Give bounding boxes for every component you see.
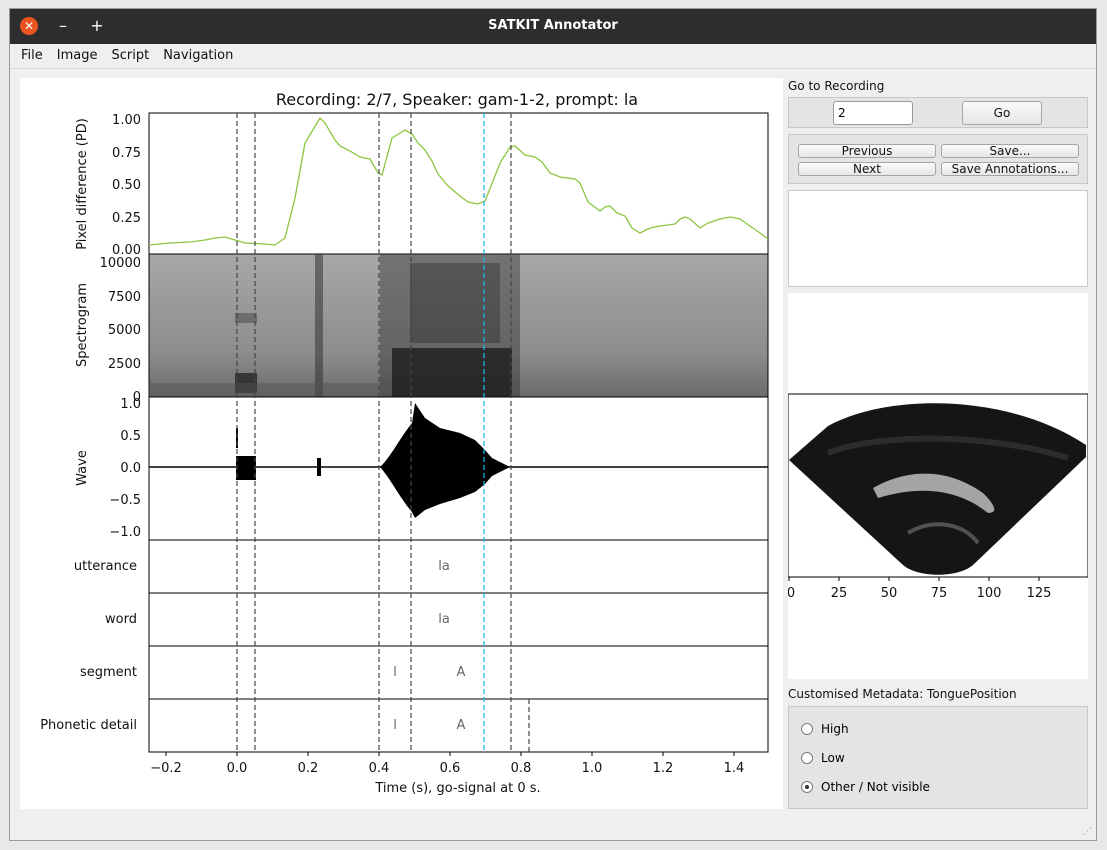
xtick-0.4: 0.4 (369, 761, 390, 776)
menu-script[interactable]: Script (104, 44, 156, 68)
xtick-1.0: 1.0 (582, 761, 603, 776)
window-title: SATKIT Annotator (488, 18, 618, 33)
radio-other[interactable]: Other / Not visible (801, 779, 1001, 797)
plot-title: Recording: 2/7, Speaker: gam-1-2, prompt… (276, 90, 638, 109)
pd-ytick-0.25: 0.25 (112, 211, 141, 226)
spec-ytick-7500: 7500 (108, 290, 141, 305)
xtick-0.6: 0.6 (440, 761, 461, 776)
tier-word[interactable] (148, 592, 769, 647)
tier-name-segment: segment (80, 665, 137, 680)
plot-canvas[interactable]: Recording: 2/7, Speaker: gam-1-2, prompt… (20, 78, 783, 809)
us-xtick-125: 125 (1027, 586, 1052, 601)
spectrogram-ylabel: Spectrogram (75, 283, 90, 367)
tier-label-phonetic-A[interactable]: A (457, 718, 466, 733)
go-button[interactable]: Go (962, 101, 1042, 125)
xtick-0.2: 0.2 (298, 761, 319, 776)
metadata-label: Customised Metadata: TonguePosition (788, 687, 1017, 701)
radio-other-label: Other / Not visible (821, 780, 930, 794)
wave-ytick--0.5: −0.5 (109, 493, 141, 508)
tier-label-word-la[interactable]: la (438, 612, 450, 627)
radio-high-circle[interactable] (801, 723, 813, 735)
x-axis-label: Time (s), go-signal at 0 s. (374, 781, 540, 796)
menu-image[interactable]: Image (50, 44, 105, 68)
goto-recording-group: 2 Go (788, 97, 1088, 128)
tier-label-segment-l[interactable]: l (393, 665, 397, 680)
pd-ytick-0.75: 0.75 (112, 146, 141, 161)
xtick-0.0: 0.0 (227, 761, 248, 776)
spectrogram-yticks: 10000 7500 5000 2500 0 (100, 256, 141, 405)
radio-high-label: High (821, 722, 849, 736)
save-annotations-button[interactable]: Save Annotations... (941, 162, 1079, 176)
goto-recording-input[interactable]: 2 (833, 101, 913, 125)
xtick--0.2: −0.2 (150, 761, 182, 776)
spec-ytick-10000: 10000 (100, 256, 141, 271)
ultrasound-panel: 0 25 50 75 100 125 (787, 293, 1089, 679)
radio-selected-dot (805, 785, 809, 789)
info-text-area[interactable] (788, 190, 1088, 287)
annotation-figure[interactable]: Recording: 2/7, Speaker: gam-1-2, prompt… (20, 78, 783, 809)
resize-grip-icon[interactable]: ⋰ (1083, 827, 1093, 837)
ultrasound-figure: 0 25 50 75 100 125 (787, 393, 1089, 601)
wave-ytick-0.5: 0.5 (120, 429, 141, 444)
navigation-button-group: Previous Save... Next Save Annotations..… (788, 134, 1088, 184)
xtick-0.8: 0.8 (511, 761, 532, 776)
spec-ytick-5000: 5000 (108, 323, 141, 338)
us-xtick-0: 0 (788, 586, 795, 601)
radio-low[interactable]: Low (801, 750, 1001, 768)
save-button[interactable]: Save... (941, 144, 1079, 158)
tongue-position-group: High Low Other / Not visible (788, 706, 1088, 809)
title-bar: ✕ – + SATKIT Annotator (10, 9, 1096, 44)
wave-ytick-0.0: 0.0 (120, 461, 141, 476)
menu-file[interactable]: File (14, 44, 50, 68)
tier-label-phonetic-l[interactable]: l (393, 718, 397, 733)
radio-other-circle[interactable] (801, 781, 813, 793)
tier-name-word: word (105, 612, 137, 627)
menu-bar: File Image Script Navigation (10, 44, 1096, 69)
radio-low-circle[interactable] (801, 752, 813, 764)
spec-ytick-2500: 2500 (108, 357, 141, 372)
pd-axes (148, 112, 769, 255)
pd-ylabel: Pixel difference (PD) (75, 118, 90, 250)
side-panel: Go to Recording 2 Go Previous Save... Ne… (787, 78, 1089, 809)
us-xtick-50: 50 (881, 586, 898, 601)
radio-high[interactable]: High (801, 721, 1001, 739)
radio-low-label: Low (821, 751, 845, 765)
xtick-1.2: 1.2 (653, 761, 674, 776)
previous-button[interactable]: Previous (798, 144, 936, 158)
xtick-1.4: 1.4 (724, 761, 745, 776)
tier-name-utterance: utterance (74, 559, 137, 574)
tier-label-utterance-la[interactable]: la (438, 559, 450, 574)
us-xtick-25: 25 (831, 586, 848, 601)
goto-recording-label: Go to Recording (788, 79, 885, 93)
next-button[interactable]: Next (798, 162, 936, 176)
ultrasound-xticks (788, 577, 1040, 581)
tier-label-segment-A[interactable]: A (457, 665, 466, 680)
menu-navigation[interactable]: Navigation (156, 44, 240, 68)
wave-ylabel: Wave (75, 450, 90, 486)
x-ticks (165, 752, 735, 756)
us-xtick-75: 75 (931, 586, 948, 601)
wave-ytick-1.0: 1.0 (120, 397, 141, 412)
wave-ytick--1.0: −1.0 (109, 525, 141, 540)
pd-ytick-1.00: 1.00 (112, 113, 141, 128)
us-xtick-100: 100 (977, 586, 1002, 601)
tier-name-phonetic-detail: Phonetic detail (40, 718, 137, 733)
pd-ytick-0.50: 0.50 (112, 178, 141, 193)
pd-yticks: 1.00 0.75 0.50 0.25 0.00 (112, 113, 141, 258)
app-window: ✕ – + SATKIT Annotator File Image Script Na… (9, 8, 1097, 841)
wave-yticks: 1.0 0.5 0.0 −0.5 −1.0 (109, 397, 141, 540)
tier-utterance[interactable] (148, 539, 769, 594)
